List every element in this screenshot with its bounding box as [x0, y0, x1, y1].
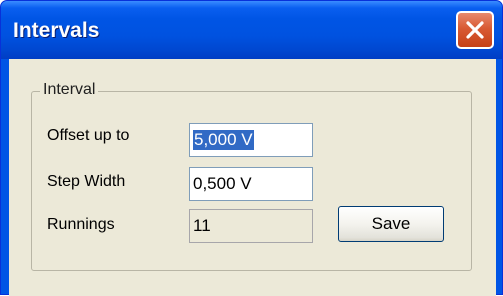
runnings-label: Runnings	[47, 216, 115, 233]
dialog-window: Intervals Interval Offset up to 5,000 V …	[0, 0, 503, 296]
window-title: Intervals	[13, 19, 100, 42]
title-bar[interactable]: Intervals	[1, 1, 502, 59]
close-icon	[466, 21, 484, 39]
offset-value: 5,000 V	[193, 130, 254, 150]
save-button[interactable]: Save	[338, 206, 444, 242]
runnings-value: 11	[193, 216, 211, 235]
group-label: Interval	[40, 81, 99, 99]
close-button[interactable]	[456, 11, 494, 49]
offset-label: Offset up to	[47, 127, 130, 144]
dialog-body: Interval Offset up to 5,000 V Step Width…	[9, 59, 496, 296]
step-width-value: 0,500 V	[193, 174, 252, 193]
step-width-label: Step Width	[47, 173, 126, 190]
step-width-input[interactable]: 0,500 V	[189, 167, 313, 201]
offset-input[interactable]: 5,000 V	[189, 123, 313, 157]
runnings-field: 11	[189, 209, 313, 243]
